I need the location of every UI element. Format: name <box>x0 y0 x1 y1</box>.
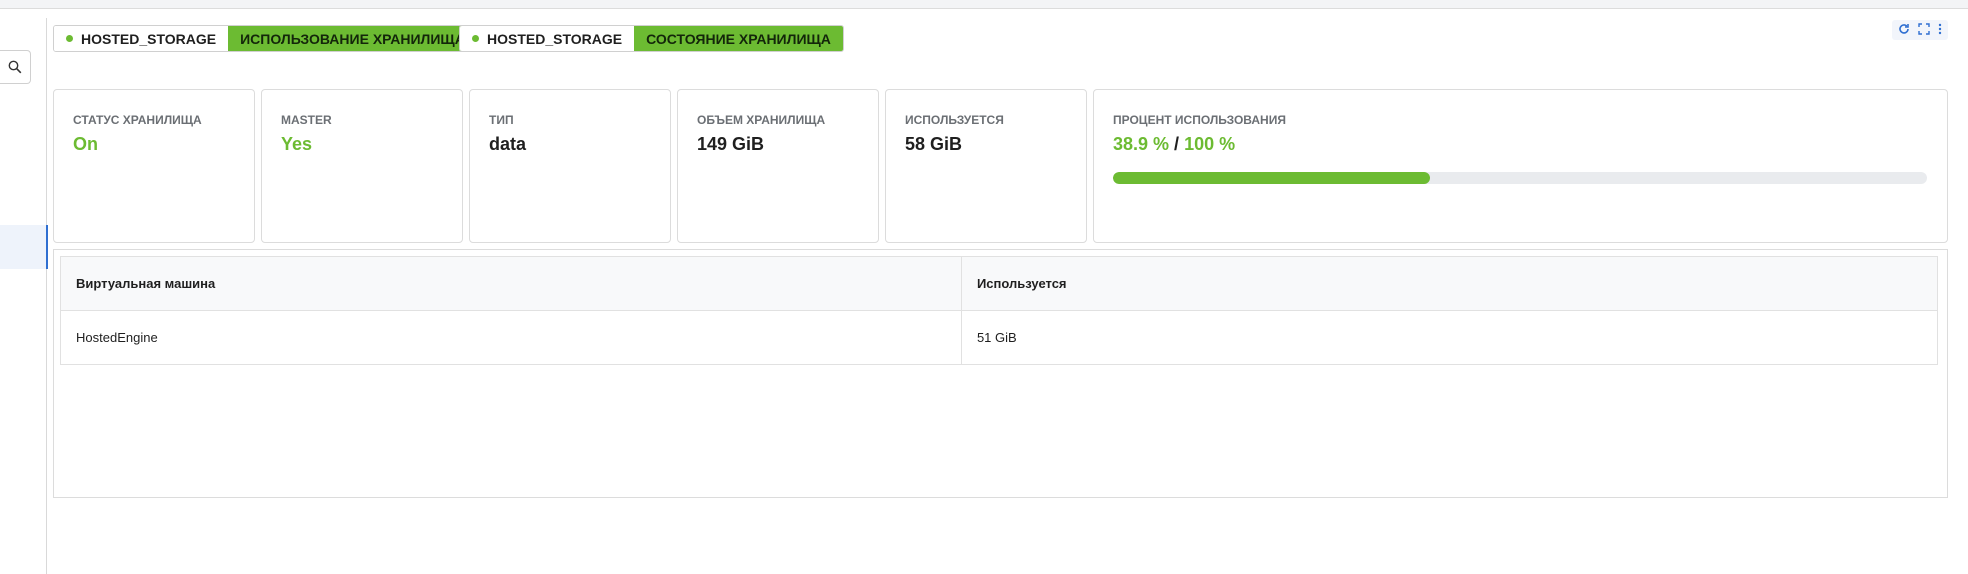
refresh-icon[interactable] <box>1898 22 1910 38</box>
card-usage-percent: ПРОЦЕНТ ИСПОЛЬЗОВАНИЯ 38.9 % / 100 % <box>1093 89 1948 243</box>
cell-used: 51 GiB <box>960 310 1939 365</box>
vm-usage-table: Виртуальная машина Используется HostedEn… <box>60 256 1939 365</box>
column-header-used[interactable]: Используется <box>960 256 1939 311</box>
status-dot <box>66 35 73 42</box>
card-storage-status: СТАТУС ХРАНИЛИЩА On <box>53 89 255 243</box>
status-dot <box>472 35 479 42</box>
card-label: ТИП <box>489 113 514 127</box>
expand-icon[interactable] <box>1918 22 1930 38</box>
more-icon[interactable] <box>1938 22 1942 38</box>
usage-separator: / <box>1169 134 1185 154</box>
card-value: Yes <box>281 134 313 154</box>
tag-label: ИСПОЛЬЗОВАНИЕ ХРАНИЛИЩА <box>240 30 465 47</box>
tag-storage-usage[interactable]: HOSTED_STORAGE ИСПОЛЬЗОВАНИЕ ХРАНИЛИЩА <box>53 25 478 52</box>
card-value: 58 GiB <box>905 134 963 154</box>
card-volume: ОБЪЕМ ХРАНИЛИЩА 149 GiB <box>677 89 879 243</box>
rail-active-item[interactable] <box>0 225 48 269</box>
card-value: data <box>489 134 527 154</box>
tag-storage-state[interactable]: HOSTED_STORAGE СОСТОЯНИЕ ХРАНИЛИЩА <box>459 25 844 52</box>
cell-vm-name: HostedEngine <box>60 310 962 365</box>
tag-label: СОСТОЯНИЕ ХРАНИЛИЩА <box>646 30 831 47</box>
card-type: ТИП data <box>469 89 671 243</box>
usage-percent-value: 38.9 % <box>1113 134 1170 154</box>
card-label: ИСПОЛЬЗУЕТСЯ <box>905 113 1004 127</box>
card-master: MASTER Yes <box>261 89 463 243</box>
card-label: ОБЪЕМ ХРАНИЛИЩА <box>697 113 826 127</box>
card-label: СТАТУС ХРАНИЛИЩА <box>73 113 202 127</box>
card-label: ПРОЦЕНТ ИСПОЛЬЗОВАНИЯ <box>1113 113 1286 127</box>
usage-progress-fill <box>1113 172 1430 184</box>
card-value: 149 GiB <box>697 134 765 154</box>
left-nav-rail <box>0 18 48 574</box>
column-header-vm[interactable]: Виртуальная машина <box>60 256 962 311</box>
top-tab-strip <box>0 0 1968 9</box>
vm-usage-panel: Виртуальная машина Используется HostedEn… <box>53 249 1948 498</box>
card-value: 38.9 % / 100 % <box>1113 134 1235 155</box>
tag-type: HOSTED_STORAGE <box>81 30 217 47</box>
panel-actions <box>1892 20 1948 40</box>
card-label: MASTER <box>281 113 332 127</box>
usage-progress-bar <box>1113 172 1927 184</box>
usage-total-value: 100 % <box>1184 134 1236 154</box>
tag-type: HOSTED_STORAGE <box>487 30 623 47</box>
card-used: ИСПОЛЬЗУЕТСЯ 58 GiB <box>885 89 1087 243</box>
card-value: On <box>73 134 98 154</box>
search-button[interactable] <box>0 50 31 84</box>
search-icon <box>8 60 22 74</box>
table-row[interactable]: HostedEngine 51 GiB <box>60 310 1939 365</box>
table-header-row: Виртуальная машина Используется <box>60 256 1939 311</box>
